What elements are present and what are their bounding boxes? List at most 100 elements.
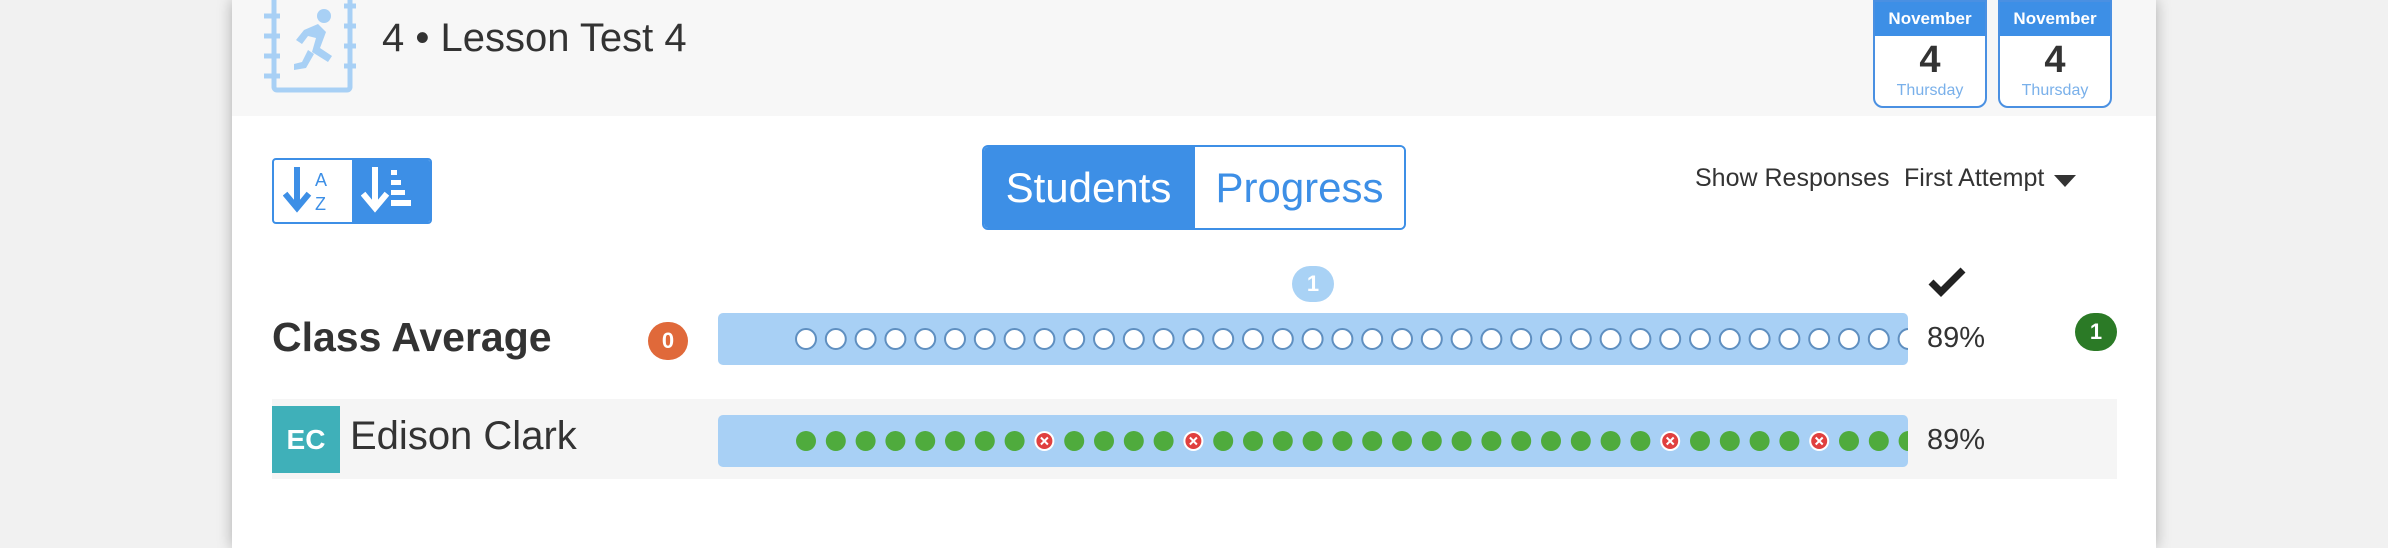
incorrect-answer-dot[interactable] <box>1660 431 1681 451</box>
correct-answer-dot[interactable] <box>1123 431 1144 451</box>
correct-answer-dot[interactable] <box>825 431 846 451</box>
question-dot[interactable] <box>1450 328 1473 350</box>
sort-by-score-button[interactable] <box>352 160 430 222</box>
correct-answer-dot[interactable] <box>1421 431 1442 451</box>
question-dot[interactable] <box>944 328 966 350</box>
correct-answer-dot[interactable] <box>1630 431 1651 451</box>
question-dot[interactable] <box>1122 328 1145 350</box>
correct-answer-dot[interactable] <box>1332 431 1353 451</box>
correct-answer-dot[interactable] <box>1779 431 1800 451</box>
correct-answer-dot[interactable] <box>915 431 936 451</box>
correct-answer-dot[interactable] <box>974 431 995 451</box>
correct-answer-dot[interactable] <box>1451 431 1472 451</box>
question-dot[interactable] <box>1629 328 1652 350</box>
question-dot[interactable] <box>1391 328 1413 350</box>
correct-answer-dot[interactable] <box>1243 431 1263 451</box>
question-dot[interactable] <box>1301 328 1324 350</box>
correct-answer-dot[interactable] <box>1362 431 1383 451</box>
correct-answer-dot[interactable] <box>1719 431 1740 451</box>
question-dot[interactable] <box>1569 328 1592 350</box>
class-average-label: Class Average <box>272 314 552 360</box>
correct-answer-dot[interactable] <box>1749 431 1770 451</box>
correct-answer-dot[interactable] <box>855 431 876 451</box>
incorrect-answer-dot[interactable] <box>1809 431 1830 451</box>
question-dot[interactable] <box>1152 328 1175 350</box>
class-average-question-dots <box>795 328 1908 350</box>
correct-answer-dot[interactable] <box>1004 431 1025 451</box>
sort-by-score-icon <box>361 167 411 213</box>
question-dot[interactable] <box>1361 328 1384 350</box>
svg-text:Z: Z <box>315 194 326 214</box>
view-switcher: Students Progress <box>982 145 1406 230</box>
incorrect-answer-dot[interactable] <box>1183 431 1204 451</box>
question-dot[interactable] <box>824 328 847 350</box>
calendar-month: November <box>1875 2 1985 36</box>
lesson-header: 4 • Lesson Test 4 November 4 Thursday No… <box>232 0 2156 116</box>
correct-answer-dot[interactable] <box>1392 431 1412 451</box>
start-date-calendar: November 4 Thursday <box>1873 0 1987 108</box>
checkmark-icon <box>1927 266 1967 298</box>
student-name[interactable]: Edison Clark <box>350 414 577 459</box>
question-dot[interactable] <box>1420 328 1443 350</box>
question-dot[interactable] <box>1897 328 1908 350</box>
question-dot[interactable] <box>1331 328 1354 350</box>
correct-answer-dot[interactable] <box>885 431 906 451</box>
question-dot[interactable] <box>1510 328 1533 350</box>
correct-answer-dot[interactable] <box>1094 431 1114 451</box>
sort-alphabetical-button[interactable]: A Z <box>274 160 352 222</box>
calendar-day: 4 <box>1919 39 1941 81</box>
question-dot[interactable] <box>1093 328 1115 350</box>
question-dot[interactable] <box>1033 328 1056 350</box>
correct-answer-dot[interactable] <box>1302 431 1323 451</box>
question-dot[interactable] <box>854 328 877 350</box>
correct-answer-dot[interactable] <box>1570 431 1591 451</box>
correct-answer-dot[interactable] <box>1839 431 1859 451</box>
lesson-title: 4 • Lesson Test 4 <box>382 16 687 60</box>
incorrect-answer-dot[interactable] <box>1034 431 1055 451</box>
correct-answer-dot[interactable] <box>1868 431 1889 451</box>
class-average-percent: 89% <box>1927 322 1986 354</box>
question-dot[interactable] <box>1063 328 1086 350</box>
question-dot[interactable] <box>1242 328 1264 350</box>
calendar-weekday: Thursday <box>2021 82 2089 99</box>
correct-answer-dot[interactable] <box>1064 431 1085 451</box>
question-dot[interactable] <box>1480 328 1503 350</box>
correct-answer-dot[interactable] <box>1511 431 1532 451</box>
svg-text:A: A <box>315 170 327 190</box>
question-dot[interactable] <box>914 328 937 350</box>
question-dot[interactable] <box>1540 328 1562 350</box>
question-dot[interactable] <box>1808 328 1831 350</box>
question-dot[interactable] <box>1748 328 1771 350</box>
correct-answer-dot[interactable] <box>1600 431 1621 451</box>
question-dot[interactable] <box>1778 328 1801 350</box>
correct-answer-dot[interactable] <box>1541 431 1561 451</box>
show-responses-label: Show Responses <box>1695 164 1890 192</box>
correct-answer-dot[interactable] <box>1481 431 1502 451</box>
question-dot[interactable] <box>1271 328 1294 350</box>
correct-answer-dot[interactable] <box>945 431 965 451</box>
question-dot[interactable] <box>1182 328 1205 350</box>
question-dot[interactable] <box>973 328 996 350</box>
question-dot[interactable] <box>884 328 907 350</box>
correct-answer-dot[interactable] <box>1898 431 1908 451</box>
chevron-down-icon[interactable] <box>2054 175 2076 187</box>
attempt-dropdown[interactable]: First Attempt <box>1904 164 2044 193</box>
tab-progress[interactable]: Progress <box>1193 147 1404 228</box>
question-dot[interactable] <box>1599 328 1622 350</box>
correct-answer-dot[interactable] <box>796 431 816 451</box>
question-dot[interactable] <box>1838 328 1860 350</box>
correct-answer-dot[interactable] <box>1690 431 1710 451</box>
student-percent: 89% <box>1927 424 1986 456</box>
tab-students[interactable]: Students <box>984 147 1193 228</box>
question-dot[interactable] <box>1718 328 1741 350</box>
correct-answer-dot[interactable] <box>1153 431 1174 451</box>
question-dot[interactable] <box>795 328 817 350</box>
correct-answer-dot[interactable] <box>1213 431 1234 451</box>
question-dot[interactable] <box>1689 328 1711 350</box>
correct-answer-dot[interactable] <box>1272 431 1293 451</box>
question-dot[interactable] <box>1212 328 1235 350</box>
question-dot[interactable] <box>1867 328 1890 350</box>
gradebook-panel: 4 • Lesson Test 4 November 4 Thursday No… <box>232 0 2156 548</box>
question-dot[interactable] <box>1659 328 1682 350</box>
question-dot[interactable] <box>1003 328 1026 350</box>
